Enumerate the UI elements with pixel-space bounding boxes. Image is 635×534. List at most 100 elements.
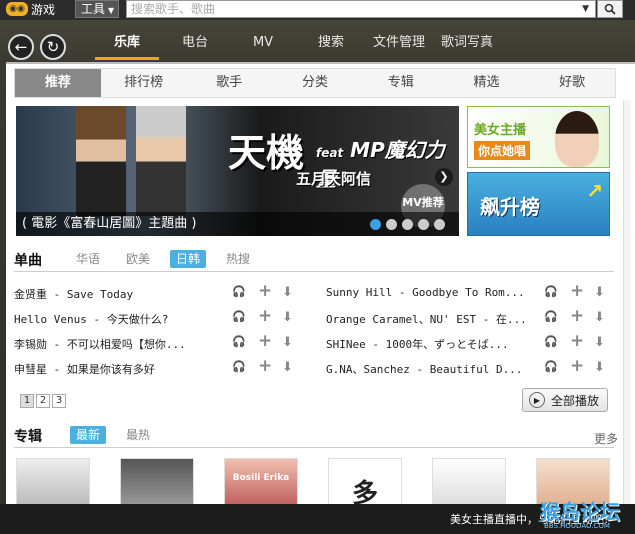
- headphones-icon[interactable]: 🎧: [232, 310, 246, 323]
- ad2-title: 飙升榜: [480, 195, 540, 219]
- download-icon[interactable]: ⬇: [282, 310, 293, 325]
- add-icon[interactable]: +: [570, 281, 584, 301]
- carousel-dots: [370, 219, 445, 230]
- sub-tab-5[interactable]: 精选: [444, 69, 530, 97]
- song-name[interactable]: G.NA、Sanchez - Beautiful D...: [326, 361, 522, 377]
- sub-tab-1[interactable]: 排行榜: [101, 69, 187, 97]
- singles-heading: 单曲: [14, 253, 42, 269]
- search-icon: [604, 3, 616, 15]
- singles-tab-3[interactable]: 热搜: [220, 250, 256, 268]
- song-row[interactable]: Hello Venus - 今天做什么? 🎧 + ⬇: [14, 306, 304, 331]
- game-button[interactable]: ◉◉ 游戏: [6, 0, 55, 18]
- tools-menu-button[interactable]: 工具 ▼: [75, 0, 119, 18]
- song-row[interactable]: Orange Caramel、NU' EST - 在... 🎧 + ⬇: [326, 306, 616, 331]
- song-name[interactable]: SHINee - 1000年、ずっとそば...: [326, 336, 509, 352]
- nav-tab-3[interactable]: 搜索: [299, 28, 363, 60]
- vertical-scrollbar[interactable]: [623, 100, 631, 504]
- album-cover-text: Bosili Erika: [232, 473, 290, 483]
- sub-tab-6[interactable]: 好歌: [529, 69, 615, 97]
- search-dropdown-icon[interactable]: ▼: [582, 1, 589, 17]
- refresh-icon: ↻: [46, 38, 60, 56]
- ad-rising-chart[interactable]: 飙升榜 ↗: [467, 172, 610, 236]
- nav-tab-5[interactable]: 歌词写真: [435, 28, 499, 60]
- nav-tab-0[interactable]: 乐库: [95, 28, 159, 60]
- download-icon[interactable]: ⬇: [594, 285, 605, 300]
- carousel-dot[interactable]: [386, 219, 397, 230]
- banner-figure-1: [76, 106, 126, 216]
- download-icon[interactable]: ⬇: [282, 360, 293, 375]
- search-input[interactable]: 搜索歌手、歌曲 ▼: [126, 0, 596, 18]
- song-name[interactable]: 金贤重 - Save Today: [14, 286, 133, 302]
- content-panel: 推荐 排行榜 歌手 分类 专辑 精选 好歌 天機 feat MP魔幻力量 五月天阿信 MV推…: [6, 62, 635, 506]
- song-name[interactable]: Hello Venus - 今天做什么?: [14, 311, 168, 327]
- song-name[interactable]: 李锡勋 - 不可以相爱吗【想你...: [14, 336, 186, 352]
- headphones-icon[interactable]: 🎧: [232, 285, 246, 298]
- play-all-button[interactable]: ▶ 全部播放: [522, 388, 608, 412]
- album-cover[interactable]: 多: [328, 458, 402, 506]
- top-bar: ◉◉ 游戏 工具 ▼ 搜索歌手、歌曲 ▼: [0, 0, 635, 20]
- refresh-button[interactable]: ↻: [40, 34, 66, 60]
- ad-live-anchor[interactable]: 美女主播 你点她唱: [467, 106, 610, 168]
- nav-tab-2[interactable]: MV: [231, 28, 295, 60]
- carousel-dot[interactable]: [434, 219, 445, 230]
- ad1-button: 你点她唱: [474, 141, 531, 160]
- tools-label: 工具: [81, 2, 106, 16]
- headphones-icon[interactable]: 🎧: [544, 285, 558, 298]
- download-icon[interactable]: ⬇: [594, 335, 605, 350]
- banner-title-line2: 五月天阿信: [296, 170, 372, 188]
- album-cover[interactable]: [120, 458, 194, 506]
- song-name[interactable]: Orange Caramel、NU' EST - 在...: [326, 311, 527, 327]
- carousel-dot[interactable]: [370, 219, 381, 230]
- carousel-dot[interactable]: [418, 219, 429, 230]
- nav-tab-4[interactable]: 文件管理: [367, 28, 431, 60]
- song-row[interactable]: G.NA、Sanchez - Beautiful D... 🎧 + ⬇: [326, 356, 616, 381]
- pagination: 123: [20, 394, 66, 408]
- albums-tab-0[interactable]: 最新: [70, 426, 107, 444]
- add-icon[interactable]: +: [258, 281, 272, 301]
- banner-next-button[interactable]: ❯: [435, 168, 453, 186]
- song-row[interactable]: 李锡勋 - 不可以相爱吗【想你... 🎧 + ⬇: [14, 331, 304, 356]
- song-row[interactable]: 申彗星 - 如果是你该有多好 🎧 + ⬇: [14, 356, 304, 381]
- add-icon[interactable]: +: [570, 306, 584, 326]
- search-button[interactable]: [597, 0, 623, 18]
- download-icon[interactable]: ⬇: [594, 310, 605, 325]
- headphones-icon[interactable]: 🎧: [544, 360, 558, 373]
- page-3[interactable]: 3: [52, 394, 66, 408]
- song-row[interactable]: SHINee - 1000年、ずっとそば... 🎧 + ⬇: [326, 331, 616, 356]
- page-2[interactable]: 2: [36, 394, 50, 408]
- sub-tab-2[interactable]: 歌手: [186, 69, 272, 97]
- headphones-icon[interactable]: 🎧: [544, 335, 558, 348]
- song-row[interactable]: Sunny Hill - Goodbye To Rom... 🎧 + ⬇: [326, 281, 616, 306]
- sub-tab-0[interactable]: 推荐: [15, 69, 101, 97]
- albums-tab-1[interactable]: 最热: [120, 426, 156, 444]
- headphones-icon[interactable]: 🎧: [232, 360, 246, 373]
- sub-tab-3[interactable]: 分类: [272, 69, 358, 97]
- add-icon[interactable]: +: [570, 331, 584, 351]
- add-icon[interactable]: +: [258, 356, 272, 376]
- album-cover[interactable]: [432, 458, 506, 506]
- song-name[interactable]: 申彗星 - 如果是你该有多好: [14, 361, 155, 377]
- add-icon[interactable]: +: [258, 331, 272, 351]
- add-icon[interactable]: +: [258, 306, 272, 326]
- song-row[interactable]: 金贤重 - Save Today 🎧 + ⬇: [14, 281, 304, 306]
- albums-more-link[interactable]: 更多: [594, 430, 618, 447]
- song-name[interactable]: Sunny Hill - Goodbye To Rom...: [326, 286, 525, 299]
- ad1-title: 美女主播: [474, 123, 527, 138]
- page-1[interactable]: 1: [20, 394, 34, 408]
- headphones-icon[interactable]: 🎧: [544, 310, 558, 323]
- album-cover[interactable]: [16, 458, 90, 506]
- singles-tab-2[interactable]: 日韩: [170, 250, 207, 268]
- singles-tab-0[interactable]: 华语: [70, 250, 106, 268]
- album-cover[interactable]: Bosili Erika: [224, 458, 298, 506]
- nav-tab-1[interactable]: 电台: [163, 28, 227, 60]
- singles-tab-1[interactable]: 欧美: [120, 250, 156, 268]
- sub-tab-4[interactable]: 专辑: [358, 69, 444, 97]
- download-icon[interactable]: ⬇: [594, 360, 605, 375]
- carousel-dot[interactable]: [402, 219, 413, 230]
- add-icon[interactable]: +: [570, 356, 584, 376]
- download-icon[interactable]: ⬇: [282, 285, 293, 300]
- banner-carousel[interactable]: 天機 feat MP魔幻力量 五月天阿信 MV推荐 ❯ ( 電影《富春山居圖》主…: [16, 106, 459, 236]
- back-button[interactable]: ←: [8, 34, 34, 60]
- download-icon[interactable]: ⬇: [282, 335, 293, 350]
- headphones-icon[interactable]: 🎧: [232, 335, 246, 348]
